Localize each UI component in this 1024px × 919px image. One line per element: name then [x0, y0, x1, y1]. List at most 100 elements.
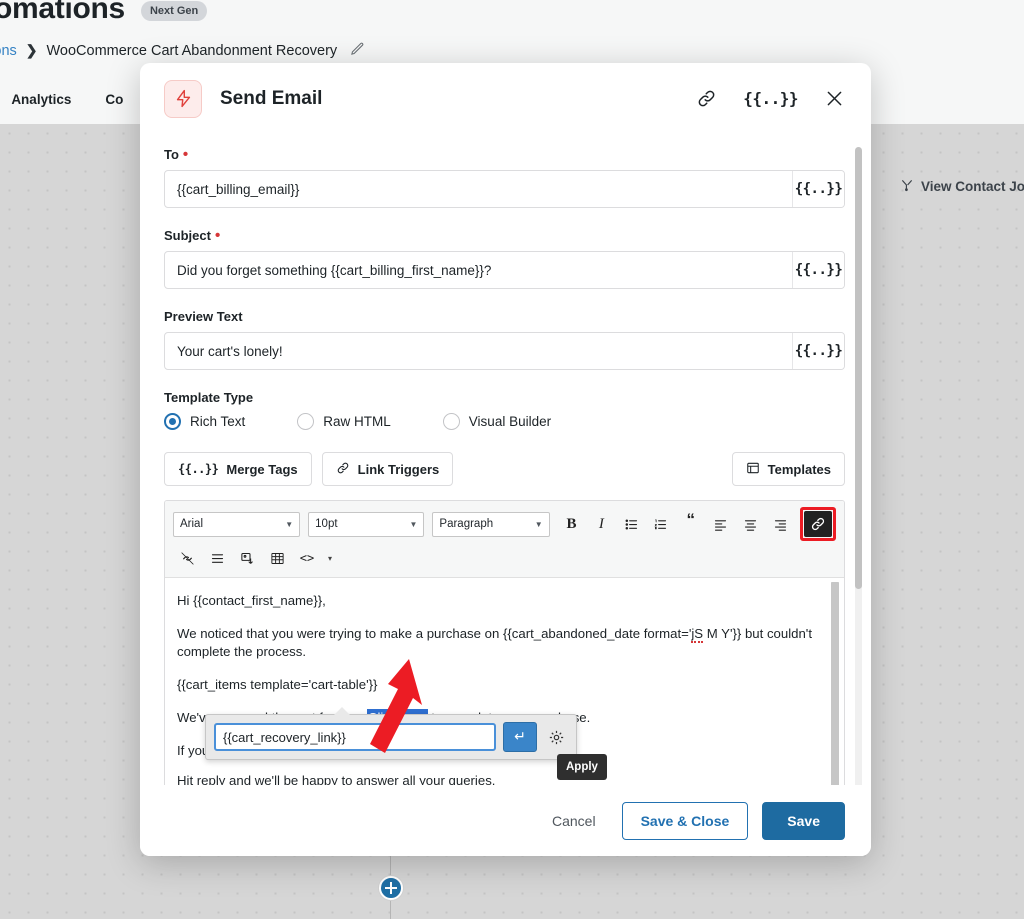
bold-button[interactable]: B: [558, 511, 586, 537]
field-template-type: Template Type Rich Text Raw HTML Visual …: [164, 390, 845, 430]
merge-tags-label: Merge Tags: [226, 461, 298, 477]
modal-header-actions: {{..}}: [696, 88, 845, 109]
rich-text-editor: Arial ▼ 10pt ▼ Paragraph ▼ B I “ <> ▾ Hi…: [164, 500, 845, 785]
radio-visual-builder[interactable]: Visual Builder: [442, 413, 552, 430]
modal-scrollbar-thumb[interactable]: [855, 147, 862, 589]
editor-toolbar-row-2: <> ▾: [173, 543, 836, 573]
field-subject-input-row: {{..}}: [164, 251, 845, 289]
align-left-icon[interactable]: [707, 511, 735, 537]
editor-scrollbar-thumb[interactable]: [831, 582, 839, 785]
view-contact-journey-button[interactable]: View Contact Jou: [900, 178, 1024, 195]
save-button[interactable]: Save: [762, 801, 845, 840]
insert-image-icon[interactable]: [233, 545, 261, 571]
link-trigger-icon: [336, 461, 350, 478]
font-family-select[interactable]: Arial ▼: [173, 511, 301, 537]
tab-analytics[interactable]: Analytics: [11, 92, 71, 117]
merge-tags-glyph-icon: {{..}}: [178, 462, 219, 476]
templates-icon: [746, 461, 760, 478]
horizontal-rule-icon[interactable]: [203, 545, 231, 571]
gear-icon[interactable]: [544, 723, 568, 751]
journey-icon: [900, 178, 914, 195]
radio-visual-builder-dot: [442, 413, 460, 430]
tabs: ✔ Analytics Co: [0, 88, 123, 117]
preview-text-input[interactable]: [165, 333, 792, 369]
body-paragraph-1-misspelled: jS: [691, 625, 704, 643]
radio-raw-html-dot: [297, 413, 315, 430]
merge-tags-icon[interactable]: {{..}}: [743, 89, 798, 108]
align-center-icon[interactable]: [736, 511, 764, 537]
italic-button[interactable]: I: [587, 511, 615, 537]
radio-raw-html[interactable]: Raw HTML: [297, 413, 391, 430]
lightning-bolt-icon: [164, 79, 202, 118]
body-cart-items-tag: {{cart_items template='cart-table'}}: [177, 677, 378, 693]
unlink-icon[interactable]: [173, 545, 201, 571]
save-and-close-button[interactable]: Save & Close: [621, 801, 749, 840]
apply-link-button[interactable]: ↵: [503, 722, 537, 752]
page-title-row: omations Next Gen: [0, 0, 208, 26]
next-gen-badge: Next Gen: [140, 1, 208, 21]
editor-action-buttons: {{..}} Merge Tags Link Triggers Template…: [164, 452, 845, 486]
chevron-down-icon: ▼: [285, 519, 294, 529]
merge-tags-button[interactable]: {{..}} Merge Tags: [164, 452, 312, 486]
insert-table-icon[interactable]: [263, 545, 291, 571]
toolbar-more-caret-icon[interactable]: ▾: [323, 545, 337, 571]
breadcrumb-root-link[interactable]: nations: [0, 43, 17, 59]
modal-title: Send Email: [220, 87, 323, 109]
page-title: omations: [0, 0, 125, 25]
email-body-editor[interactable]: Hi {{contact_first_name}}, We noticed th…: [165, 578, 844, 785]
template-type-radio-group: Rich Text Raw HTML Visual Builder: [164, 413, 845, 430]
radio-visual-builder-label: Visual Builder: [468, 414, 552, 429]
font-size-select[interactable]: 10pt ▼: [308, 511, 425, 537]
radio-rich-text-dot: [164, 413, 181, 430]
breadcrumb-current: WooCommerce Cart Abandonment Recovery: [46, 42, 338, 59]
editor-toolbar-row-1: Arial ▼ 10pt ▼ Paragraph ▼ B I “: [173, 507, 837, 541]
bullet-list-icon[interactable]: [617, 511, 645, 537]
link-triggers-button[interactable]: Link Triggers: [321, 452, 454, 486]
to-merge-tag-button[interactable]: {{..}}: [792, 171, 844, 207]
tab-analytics-label: Analytics: [11, 92, 72, 107]
link-triggers-label: Link Triggers: [357, 461, 440, 477]
to-input[interactable]: [165, 171, 792, 207]
field-preview-text-label: Preview Text: [164, 309, 845, 324]
font-family-value: Arial: [180, 518, 204, 530]
modal-body: To • {{..}} Subject • {{..}} Preview Tex…: [140, 134, 871, 785]
radio-rich-text[interactable]: Rich Text: [164, 413, 245, 430]
preview-text-merge-tag-button[interactable]: {{..}}: [792, 333, 844, 369]
modal-scrollbar[interactable]: [855, 147, 862, 785]
source-code-icon[interactable]: <>: [293, 545, 321, 571]
subject-input[interactable]: [165, 252, 792, 288]
link-icon: [804, 511, 833, 537]
field-to-label-text: To: [164, 147, 179, 162]
numbered-list-icon[interactable]: [647, 511, 675, 537]
templates-button[interactable]: Templates: [731, 452, 845, 486]
tab-contacts[interactable]: Co: [105, 92, 123, 117]
editor-scrollbar[interactable]: [831, 582, 839, 785]
tab-contacts-label: Co: [105, 92, 124, 107]
insert-link-button-highlighted[interactable]: [800, 507, 837, 541]
block-format-select[interactable]: Paragraph ▼: [432, 511, 550, 537]
body-greeting: Hi {{contact_first_name}},: [177, 593, 326, 608]
body-paragraph-1-pre: We noticed that you were trying to make …: [177, 625, 692, 641]
modal-footer: Cancel Save & Close Save: [140, 785, 871, 856]
modal-header: Send Email {{..}}: [140, 63, 871, 134]
subject-merge-tag-button[interactable]: {{..}}: [792, 252, 844, 288]
body-hit-reply-line: Hit reply and we'll be happy to answer a…: [177, 773, 496, 785]
font-size-value: 10pt: [315, 518, 338, 530]
field-preview-text-input-row: {{..}}: [164, 332, 845, 370]
pencil-icon[interactable]: [350, 41, 365, 60]
close-icon[interactable]: [824, 88, 845, 109]
block-format-value: Paragraph: [439, 518, 494, 530]
templates-label: Templates: [767, 461, 831, 477]
field-to: To • {{..}}: [164, 134, 845, 208]
view-contact-journey-label: View Contact Jou: [921, 179, 1024, 194]
breadcrumb: nations ❯ WooCommerce Cart Abandonment R…: [0, 41, 365, 60]
apply-tooltip: Apply: [557, 754, 607, 781]
chevron-down-icon: ▼: [409, 519, 418, 529]
align-right-icon[interactable]: [766, 511, 794, 537]
radio-rich-text-label: Rich Text: [190, 414, 246, 429]
cancel-button[interactable]: Cancel: [540, 804, 608, 838]
blockquote-icon[interactable]: “: [677, 511, 705, 537]
add-step-button[interactable]: [379, 876, 403, 900]
link-url-input[interactable]: [214, 723, 496, 751]
link-icon[interactable]: [696, 88, 717, 109]
